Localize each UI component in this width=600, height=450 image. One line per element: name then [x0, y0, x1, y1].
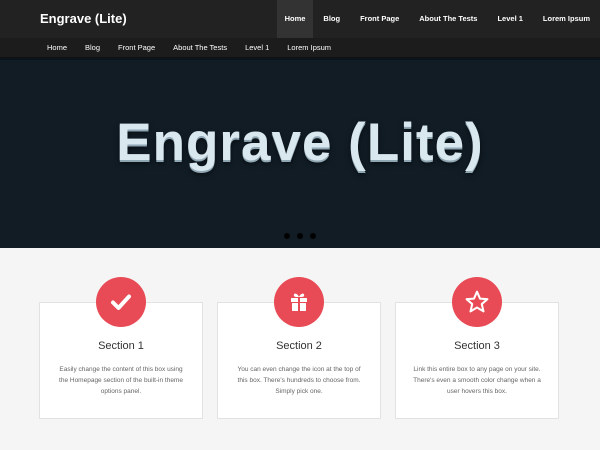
site-title[interactable]: Engrave (Lite) [40, 0, 127, 38]
slider-dot-2[interactable] [297, 233, 303, 239]
homepage-sections: Section 1 Easily change the content of t… [0, 248, 600, 450]
hero-slider: Engrave (Lite) [0, 58, 600, 248]
hero-title: Engrave (Lite) [116, 113, 484, 172]
top-header: Engrave (Lite) Home Blog Front Page Abou… [0, 0, 600, 38]
section-box-2[interactable]: Section 2 You can even change the icon a… [217, 277, 381, 419]
section-title: Section 2 [276, 340, 322, 352]
slider-dot-3[interactable] [310, 233, 316, 239]
sub-nav-item-front-page[interactable]: Front Page [109, 38, 164, 58]
sub-nav-item-about-the-tests[interactable]: About The Tests [164, 38, 236, 58]
secondary-nav: Home Blog Front Page About The Tests Lev… [0, 38, 600, 58]
main-nav-item-lorem-ipsum[interactable]: Lorem Ipsum [533, 0, 600, 38]
section-description: Easily change the content of this box us… [59, 366, 183, 395]
section-title: Section 1 [98, 340, 144, 352]
main-nav-item-level-1[interactable]: Level 1 [487, 0, 532, 38]
section-description: Link this entire box to any page on your… [413, 366, 541, 395]
section-title: Section 3 [454, 340, 500, 352]
section-box-3[interactable]: Section 3 Link this entire box to any pa… [395, 277, 559, 419]
gift-icon [274, 277, 324, 327]
sub-nav-item-blog[interactable]: Blog [76, 38, 109, 58]
main-nav-item-front-page[interactable]: Front Page [350, 0, 409, 38]
slider-dot-1[interactable] [284, 233, 290, 239]
main-nav: Home Blog Front Page About The Tests Lev… [276, 0, 600, 38]
section-box-1[interactable]: Section 1 Easily change the content of t… [39, 277, 203, 419]
check-icon [96, 277, 146, 327]
sub-nav-item-home[interactable]: Home [38, 38, 76, 58]
main-nav-item-blog[interactable]: Blog [313, 0, 350, 38]
main-nav-item-home[interactable]: Home [276, 0, 314, 38]
main-nav-item-about-the-tests[interactable]: About The Tests [409, 0, 487, 38]
sub-nav-item-level-1[interactable]: Level 1 [236, 38, 278, 58]
slider-dots [0, 233, 600, 239]
sub-nav-item-lorem-ipsum[interactable]: Lorem Ipsum [278, 38, 340, 58]
section-description: You can even change the icon at the top … [237, 366, 361, 395]
star-icon [452, 277, 502, 327]
